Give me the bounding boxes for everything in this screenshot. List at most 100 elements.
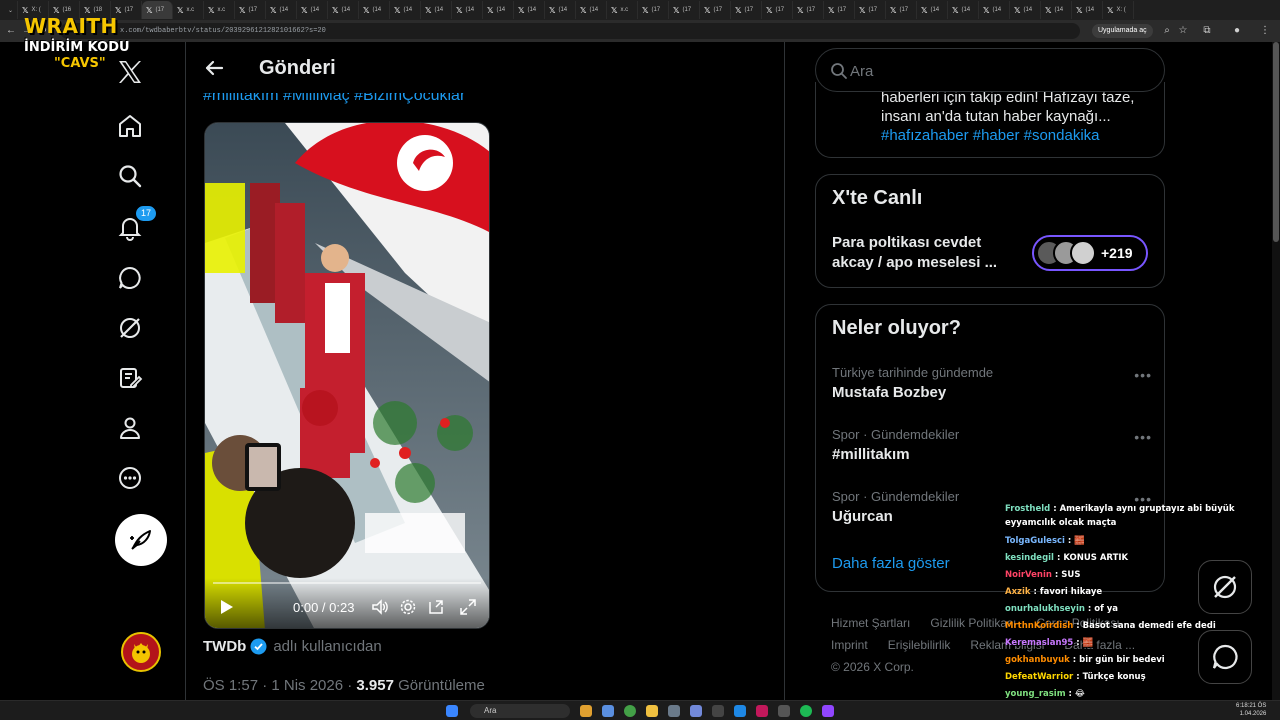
browser-tab[interactable]: 𝕏 (14 [328,1,359,19]
tab-label: (14 [279,7,289,13]
live-space-title[interactable]: Para poltikası cevdet akcay / apo mesele… [832,233,1017,273]
browser-tab[interactable]: 𝕏 (14 [297,1,328,19]
browser-tab[interactable]: 𝕏 (17 [824,1,855,19]
app-icon[interactable] [668,705,680,717]
app-icon[interactable] [822,705,834,717]
profile-icon[interactable]: ● [1230,24,1244,38]
account-avatar[interactable] [121,632,161,672]
browser-tab[interactable]: 𝕏 (14 [266,1,297,19]
nav-more[interactable] [114,462,146,494]
browser-tab[interactable]: 𝕏 (17 [855,1,886,19]
more-dots-icon[interactable]: ••• [1134,367,1152,383]
messages-floating-button[interactable] [1198,630,1252,684]
search-input[interactable] [850,61,1140,81]
nav-grok[interactable] [114,262,146,294]
browser-tab[interactable]: 𝕏 (14 [514,1,545,19]
video-player[interactable]: 0:00 / 0:23 [204,122,490,629]
promoted-hashtags[interactable]: #hafızahaber #haber #sondakika [881,127,1100,144]
browser-tab[interactable]: 𝕏 (14 [359,1,390,19]
browser-tab[interactable]: 𝕏 (14 [421,1,452,19]
app-icon[interactable] [580,705,592,717]
nav-drafts[interactable] [114,362,146,394]
browser-tab[interactable]: 𝕏 (17 [638,1,669,19]
system-clock[interactable]: 6:18:21 ÖS 1.04.2026 [1236,702,1266,718]
post-hashtags[interactable]: #millitakım #MilliMaç #BizimÇocuklar [203,93,465,105]
browser-tab[interactable]: 𝕏 (14 [948,1,979,19]
open-in-app-chip[interactable]: Uygulamada aç [1092,24,1153,38]
taskbar-search[interactable]: Ara [470,704,570,718]
play-icon[interactable] [217,598,235,616]
browser-tab[interactable]: 𝕏 (17 [669,1,700,19]
search-bar[interactable] [815,48,1165,92]
browser-tab[interactable]: 𝕏 (17 [235,1,266,19]
browser-tab[interactable]: 𝕏 (17 [886,1,917,19]
footer-link[interactable]: Hizmet Şartları [831,616,910,630]
post-timestamp[interactable]: ÖS 1:57 · 1 Nis 2026 · [203,677,356,694]
browser-tab[interactable]: 𝕏 (17 [731,1,762,19]
chat-username: gokhanbuyuk [1005,655,1070,665]
browser-tab[interactable]: 𝕏 (14 [917,1,948,19]
browser-tab[interactable]: 𝕏x.c [204,1,235,19]
nav-profile[interactable] [114,412,146,444]
browser-tab[interactable]: 𝕏 (14 [576,1,607,19]
picture-in-picture-icon[interactable] [427,598,445,616]
nav-notifications[interactable]: 17 [114,206,156,244]
app-icon[interactable] [712,705,724,717]
discord-icon[interactable] [690,705,702,717]
browser-tab[interactable]: 𝕏 (17 [142,1,173,19]
tab-list-icon[interactable]: ⌄ [4,1,18,19]
browser-tab[interactable]: 𝕏 (14 [1072,1,1103,19]
promoted-card[interactable]: haberleri için takip edin! Hafızayı taze… [815,82,1165,158]
app-icon[interactable] [778,705,790,717]
zoom-icon[interactable]: ⌕ [1160,24,1174,38]
browser-tab[interactable]: 𝕏 (14 [1041,1,1072,19]
folder-icon[interactable] [646,705,658,717]
video-progress-bar[interactable] [213,582,481,584]
x-favicon-icon: 𝕏 [704,5,711,15]
app-icon[interactable] [734,705,746,717]
nav-explore[interactable] [114,160,146,192]
quoted-author[interactable]: TWDb adlı kullanıcıdan [203,638,382,655]
footer-link[interactable]: Erişilebilirlik [888,638,951,652]
app-icon[interactable] [602,705,614,717]
page-scrollbar[interactable] [1272,42,1280,700]
live-listeners-pill[interactable]: +219 [1032,235,1148,271]
scroll-thumb[interactable] [1273,42,1279,242]
browser-tab[interactable]: 𝕏 (14 [979,1,1010,19]
nav-home[interactable] [114,110,146,142]
browser-tab[interactable]: 𝕏 (14 [390,1,421,19]
back-icon[interactable]: ← [4,24,18,38]
trend-item[interactable]: Spor · Gündemdekiler #millitakım ••• [832,427,1152,463]
nav-grok-ai[interactable] [114,312,146,344]
browser-tab[interactable]: 𝕏x.c [173,1,204,19]
browser-tab[interactable]: 𝕏 (14 [452,1,483,19]
volume-icon[interactable] [371,598,389,616]
extensions-icon[interactable]: ⧉ [1200,24,1214,38]
browser-tab[interactable]: 𝕏x.c [607,1,638,19]
footer-link[interactable]: Imprint [831,638,868,652]
bookmark-star-icon[interactable]: ☆ [1176,24,1190,38]
fullscreen-icon[interactable] [459,598,477,616]
author-name[interactable]: TWDb [203,638,246,655]
browser-tab[interactable]: 𝕏 (17 [762,1,793,19]
browser-tab[interactable]: 𝕏 (17 [700,1,731,19]
url-field[interactable]: x.com/twdbaberbtv/status/203929612128210… [60,23,1080,39]
grok-floating-button[interactable] [1198,560,1252,614]
back-arrow-icon[interactable] [202,56,226,80]
spotify-icon[interactable] [800,705,812,717]
settings-gear-icon[interactable] [399,598,417,616]
chrome-icon[interactable] [624,705,636,717]
browser-tab[interactable]: 𝕏 (14 [545,1,576,19]
browser-tab[interactable]: 𝕏 (17 [793,1,824,19]
more-dots-icon[interactable]: ••• [1134,429,1152,445]
trend-item[interactable]: Türkiye tarihinde gündemde Mustafa Bozbe… [832,365,1152,401]
browser-tab[interactable]: 𝕏 (14 [483,1,514,19]
browser-tab[interactable]: 𝕏 (14 [1010,1,1041,19]
post-button[interactable] [115,514,167,566]
show-more-link[interactable]: Daha fazla göster [832,555,950,572]
footer-link[interactable]: Gizlilik Politikası [930,616,1016,630]
browser-tab[interactable]: 𝕏 X: ( [1103,1,1134,19]
menu-icon[interactable]: ⋮ [1258,24,1272,38]
start-icon[interactable] [446,705,458,717]
app-icon[interactable] [756,705,768,717]
